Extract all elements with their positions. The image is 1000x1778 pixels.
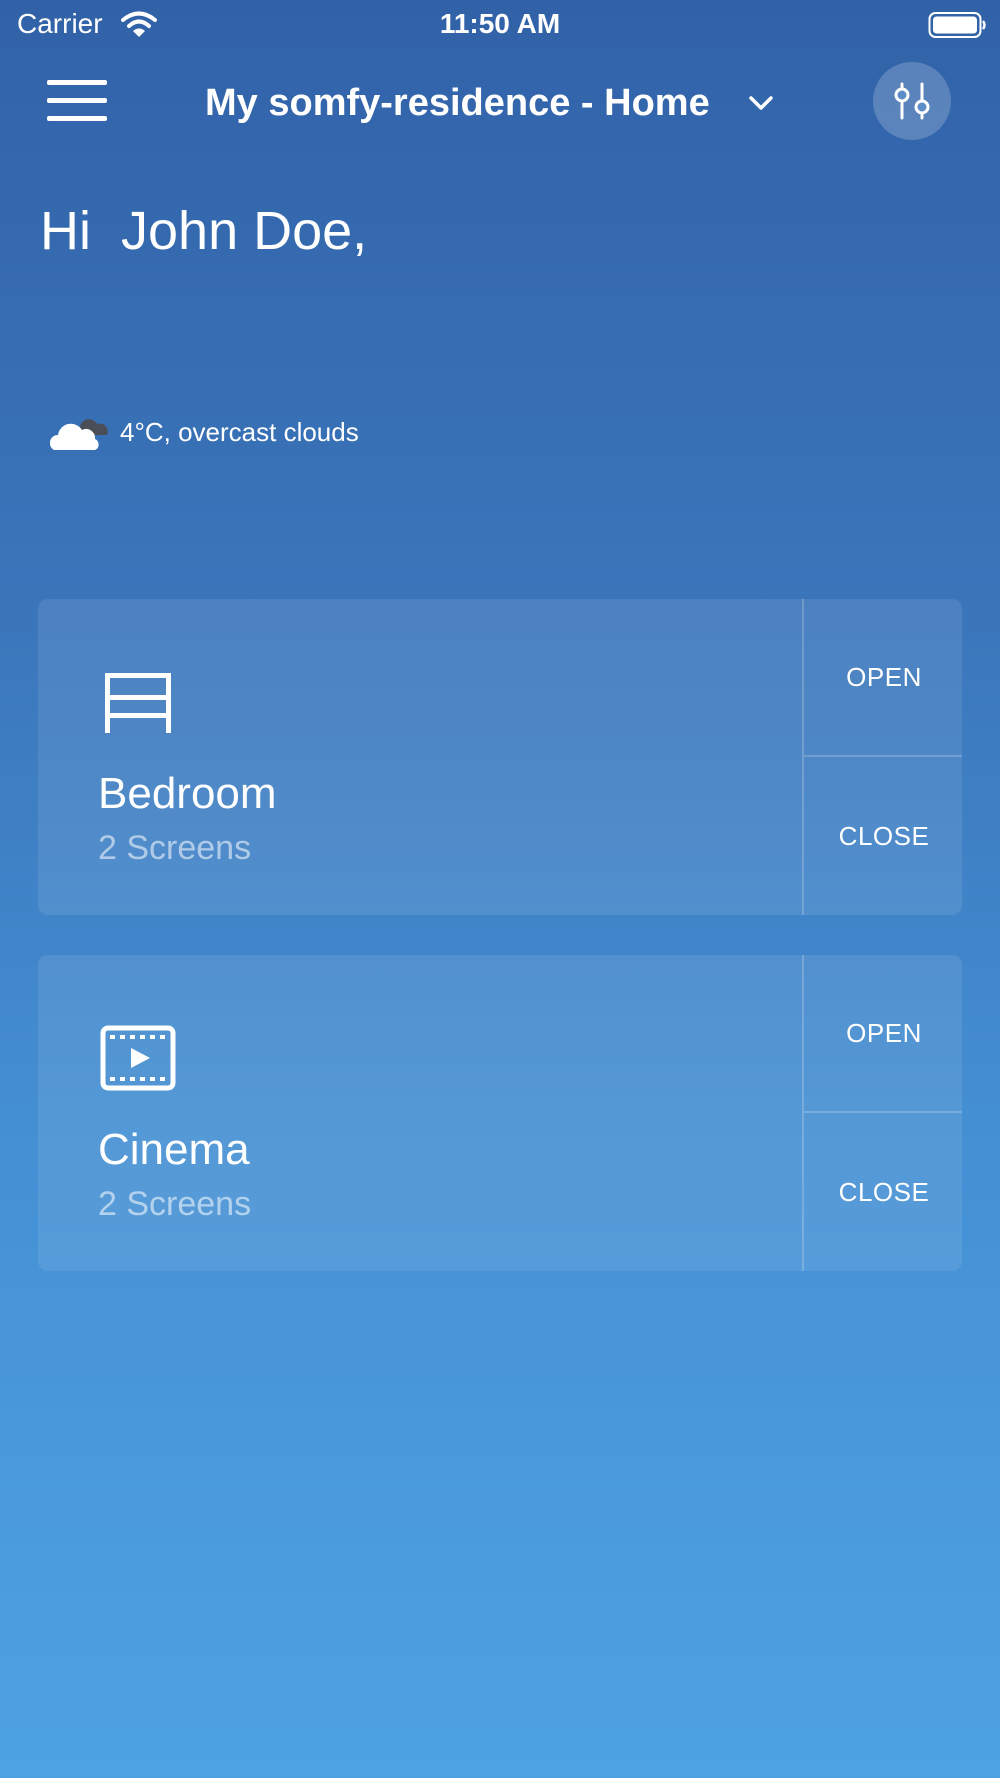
room-card-bedroom: Bedroom 2 Screens OPEN CLOSE <box>38 599 962 915</box>
room-card-cinema: Cinema 2 Screens OPEN CLOSE <box>38 955 962 1271</box>
chevron-down-icon <box>748 96 773 110</box>
room-actions: OPEN CLOSE <box>802 955 962 1271</box>
weather-text: 4°C, overcast clouds <box>120 416 359 447</box>
menu-bar-bottom <box>47 116 107 121</box>
home-selector[interactable]: My somfy-residence - Home <box>205 75 774 131</box>
close-button[interactable]: CLOSE <box>804 1113 962 1271</box>
room-name: Cinema <box>98 1125 250 1174</box>
room-main-bedroom[interactable]: Bedroom 2 Screens <box>38 599 802 915</box>
open-button[interactable]: OPEN <box>804 599 962 757</box>
status-time: 11:50 AM <box>439 8 561 39</box>
filter-button[interactable] <box>873 62 951 140</box>
battery-icon <box>928 12 986 38</box>
room-subtitle: 2 Screens <box>98 1185 252 1223</box>
greeting: Hi John Doe, <box>40 201 368 261</box>
weather-info: 4°C, overcast clouds <box>50 412 359 452</box>
close-button[interactable]: CLOSE <box>804 757 962 915</box>
filter-sliders-icon <box>894 82 930 120</box>
room-main-cinema[interactable]: Cinema 2 Screens <box>38 955 802 1271</box>
film-icon <box>100 1025 176 1091</box>
room-name: Bedroom <box>98 769 277 818</box>
status-bar: Carrier 11:50 AM <box>0 0 1000 50</box>
cloud-icon <box>50 419 108 450</box>
room-actions: OPEN CLOSE <box>802 599 962 915</box>
bed-icon <box>105 673 171 733</box>
menu-bar-top <box>47 80 107 85</box>
home-title: My somfy-residence - Home <box>205 81 710 124</box>
room-subtitle: 2 Screens <box>98 829 252 867</box>
menu-icon[interactable] <box>47 80 107 122</box>
open-button[interactable]: OPEN <box>804 955 962 1113</box>
menu-bar-middle <box>47 98 107 103</box>
